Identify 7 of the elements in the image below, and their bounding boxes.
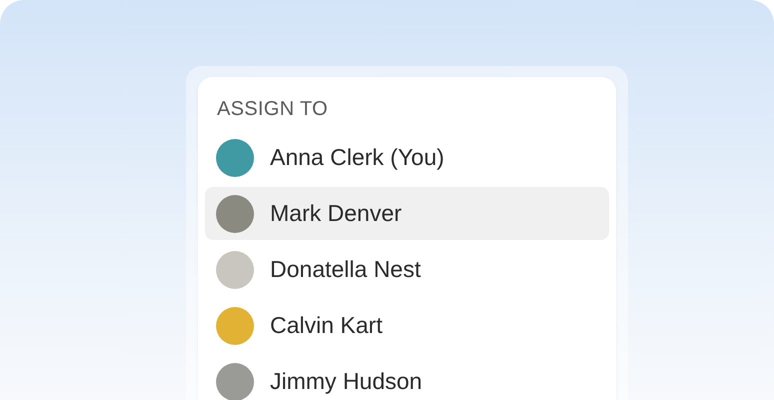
person-name: Jimmy Hudson xyxy=(270,368,422,395)
person-name: Mark Denver xyxy=(270,200,402,227)
person-name: Donatella Nest xyxy=(270,256,421,283)
person-name: Calvin Kart xyxy=(270,312,382,339)
person-name: Anna Clerk (You) xyxy=(270,144,444,171)
person-item[interactable]: Mark Denver xyxy=(205,187,609,240)
menu-heading: ASSIGN TO xyxy=(216,97,329,122)
